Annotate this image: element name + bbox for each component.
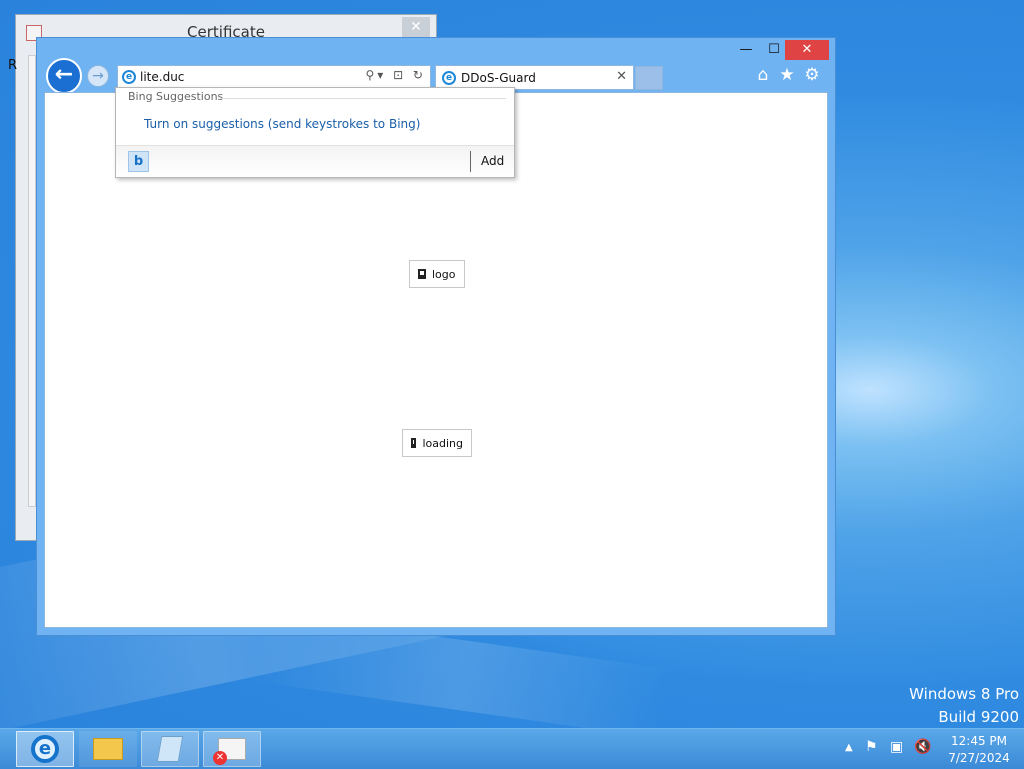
broken-image-logo: logo: [409, 260, 465, 288]
tab-label: DDoS-Guard: [461, 71, 536, 85]
forward-button[interactable]: →: [87, 65, 109, 87]
taskbar-ie-button[interactable]: e: [16, 731, 74, 767]
turn-on-suggestions-link[interactable]: Turn on suggestions (send keystrokes to …: [144, 117, 420, 131]
show-hidden-icons-icon[interactable]: ▲: [845, 742, 853, 753]
broken-image-icon: [411, 438, 417, 448]
network-icon[interactable]: ▣: [890, 739, 903, 755]
bing-icon[interactable]: b: [128, 151, 149, 172]
image-alt-text: loading: [422, 436, 463, 450]
suggestions-footer: b Add: [116, 145, 514, 177]
taskbar-certificate-button[interactable]: ✕: [203, 731, 261, 767]
favorites-icon[interactable]: ★: [777, 65, 797, 85]
back-button[interactable]: ←: [46, 58, 82, 94]
broken-image-loading: loading: [402, 429, 472, 457]
powershell-icon: [156, 736, 184, 762]
close-button[interactable]: ✕: [785, 40, 829, 60]
taskbar-explorer-button[interactable]: [79, 731, 137, 767]
certificate-close-button[interactable]: ✕: [402, 17, 430, 37]
volume-muted-icon[interactable]: 🔇: [914, 739, 931, 755]
add-button[interactable]: Add: [481, 154, 504, 168]
certificate-error-icon: ✕: [213, 738, 246, 765]
tab-close-icon[interactable]: ✕: [616, 69, 627, 84]
ie-page-icon: e: [122, 70, 136, 84]
address-bar[interactable]: e ⚲▾ ⊡ ↻: [117, 65, 431, 88]
address-input[interactable]: [140, 68, 340, 85]
gear-icon[interactable]: ⚙: [802, 65, 822, 85]
new-tab-button[interactable]: [635, 66, 663, 90]
address-suggestions-dropdown: Bing Suggestions Turn on suggestions (se…: [115, 87, 515, 178]
system-clock[interactable]: 12:45 PM 7/27/2024: [940, 733, 1018, 767]
clock-time: 12:45 PM: [951, 734, 1007, 748]
home-icon[interactable]: ⌂: [753, 65, 773, 85]
clock-date: 7/27/2024: [948, 751, 1010, 765]
suggestions-divider: [220, 98, 506, 99]
minimize-button[interactable]: —: [733, 40, 759, 60]
image-alt-text: logo: [432, 267, 456, 281]
action-center-flag-icon[interactable]: ⚑: [865, 739, 878, 755]
footer-separator: [470, 151, 471, 172]
address-bar-icons[interactable]: ⚲▾ ⊡ ↻: [365, 68, 426, 82]
taskbar-powershell-button[interactable]: [141, 731, 199, 767]
taskbar: e ✕ ▲ ⚑ ▣ 🔇 12:45 PM 7/27/2024: [0, 728, 1024, 769]
broken-image-icon: [418, 269, 426, 279]
internet-explorer-icon: e: [31, 735, 59, 763]
windows-watermark-edition: Windows 8 Pro: [909, 685, 1019, 703]
certificate-panel: [28, 55, 36, 507]
desktop-edge-text: R: [8, 58, 18, 73]
folder-icon: [93, 738, 123, 760]
suggestions-header: Bing Suggestions: [128, 90, 224, 103]
windows-watermark-build: Build 9200: [938, 708, 1019, 726]
ie-tab-icon: e: [442, 71, 456, 85]
maximize-button[interactable]: ☐: [761, 40, 787, 60]
